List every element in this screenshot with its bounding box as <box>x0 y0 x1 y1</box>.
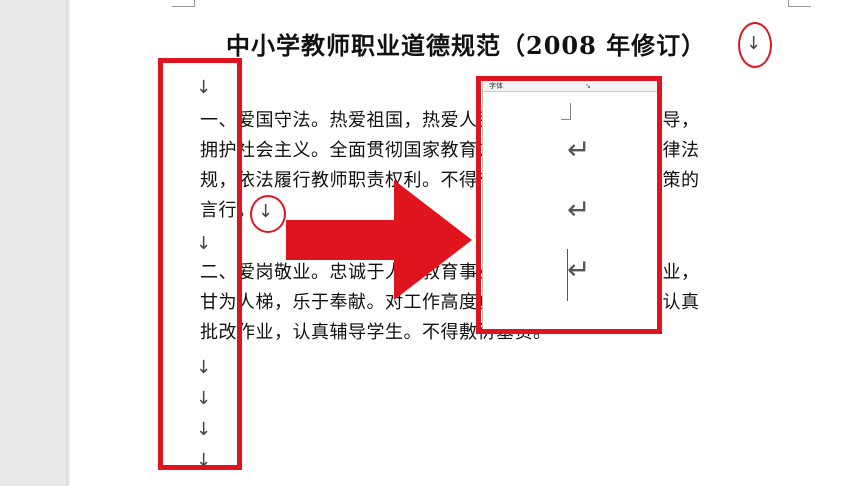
page-corner-mark-right <box>788 0 811 7</box>
title-mark-highlight-circle <box>738 22 772 68</box>
zoomed-view-highlight-box <box>476 76 662 334</box>
right-arrow-icon <box>286 180 472 300</box>
line-break-marks-highlight-box <box>158 58 242 470</box>
paragraph-mark-highlight-circle <box>250 195 286 233</box>
page-corner-mark-left <box>172 0 195 7</box>
document-title: 中小学教师职业道德规范（2008 年修订） <box>226 31 707 60</box>
